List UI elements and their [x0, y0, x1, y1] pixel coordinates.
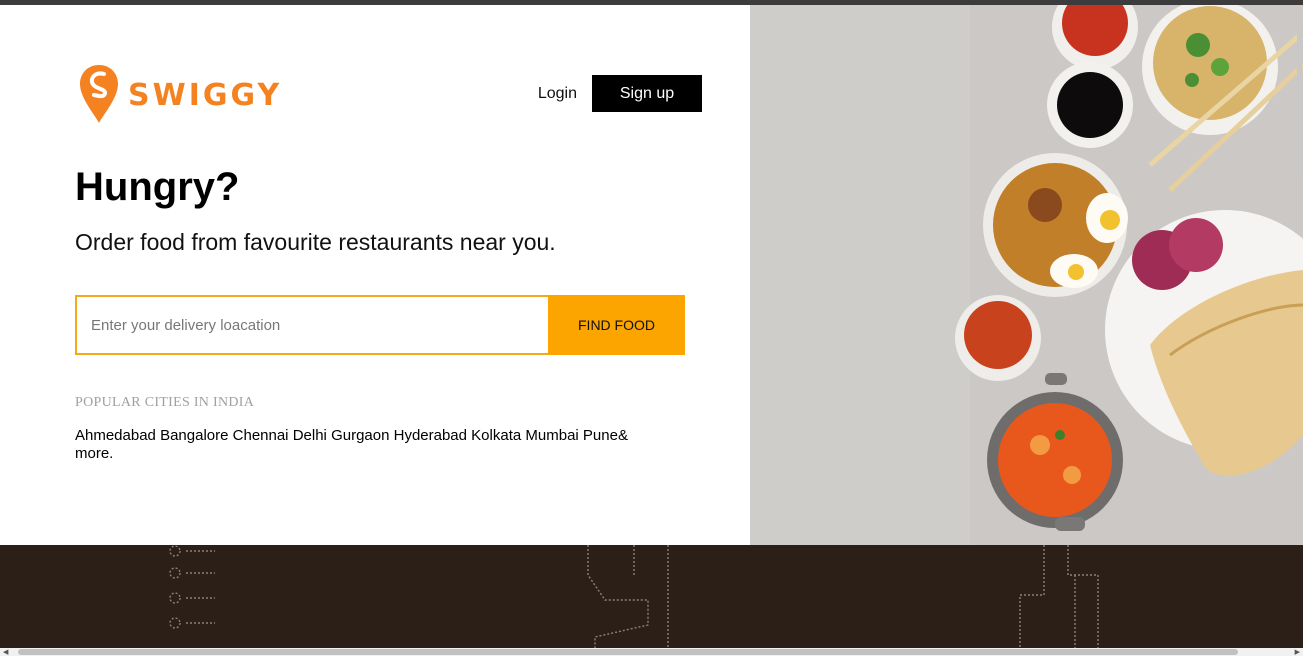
- login-link[interactable]: Login: [538, 85, 577, 103]
- city-link-gurgaon[interactable]: Gurgaon: [331, 427, 389, 444]
- city-link-chennai[interactable]: Chennai: [233, 427, 289, 444]
- horizontal-scrollbar[interactable]: ◀ ▶: [0, 648, 1303, 656]
- brand-logo[interactable]: SWIGGY: [80, 65, 282, 125]
- swiggy-logo-icon: [80, 65, 118, 123]
- decorative-pattern: [169, 545, 1099, 648]
- city-link-mumbai[interactable]: Mumbai: [525, 427, 578, 444]
- city-link-hyderabad[interactable]: Hyderabad: [394, 427, 467, 444]
- page-title: Hungry?: [75, 165, 240, 209]
- vertical-scrollbar-thumb[interactable]: [1297, 22, 1302, 177]
- city-link-ahmedabad[interactable]: Ahmedabad: [75, 427, 156, 444]
- delivery-location-search: FIND FOOD: [75, 295, 685, 355]
- footer-band: [0, 545, 1303, 648]
- food-hero-image: [750, 5, 1303, 545]
- scroll-left-arrow-icon[interactable]: ◀: [3, 649, 8, 656]
- city-link-delhi[interactable]: Delhi: [293, 427, 327, 444]
- popular-cities-label: POPULAR CITIES IN INDIA: [75, 395, 255, 410]
- page-subtitle: Order food from favourite restaurants ne…: [75, 229, 556, 255]
- hero-panel: SWIGGY Login Sign up Hungry? Order food …: [0, 5, 750, 545]
- city-link-bangalore[interactable]: Bangalore: [160, 427, 228, 444]
- top-nav: Login Sign up: [538, 75, 702, 112]
- brand-name: SWIGGY: [128, 77, 283, 113]
- scroll-right-arrow-icon[interactable]: ▶: [1295, 649, 1300, 656]
- city-link-kolkata[interactable]: Kolkata: [471, 427, 521, 444]
- signup-button[interactable]: Sign up: [592, 75, 702, 112]
- city-link-pune[interactable]: Pune: [583, 427, 618, 444]
- find-food-button[interactable]: FIND FOOD: [548, 295, 685, 355]
- horizontal-scrollbar-thumb[interactable]: [18, 649, 1238, 655]
- popular-cities-list: Ahmedabad Bangalore Chennai Delhi Gurgao…: [75, 427, 635, 463]
- delivery-location-input[interactable]: [75, 295, 548, 355]
- food-photo-illustration: [750, 5, 1303, 545]
